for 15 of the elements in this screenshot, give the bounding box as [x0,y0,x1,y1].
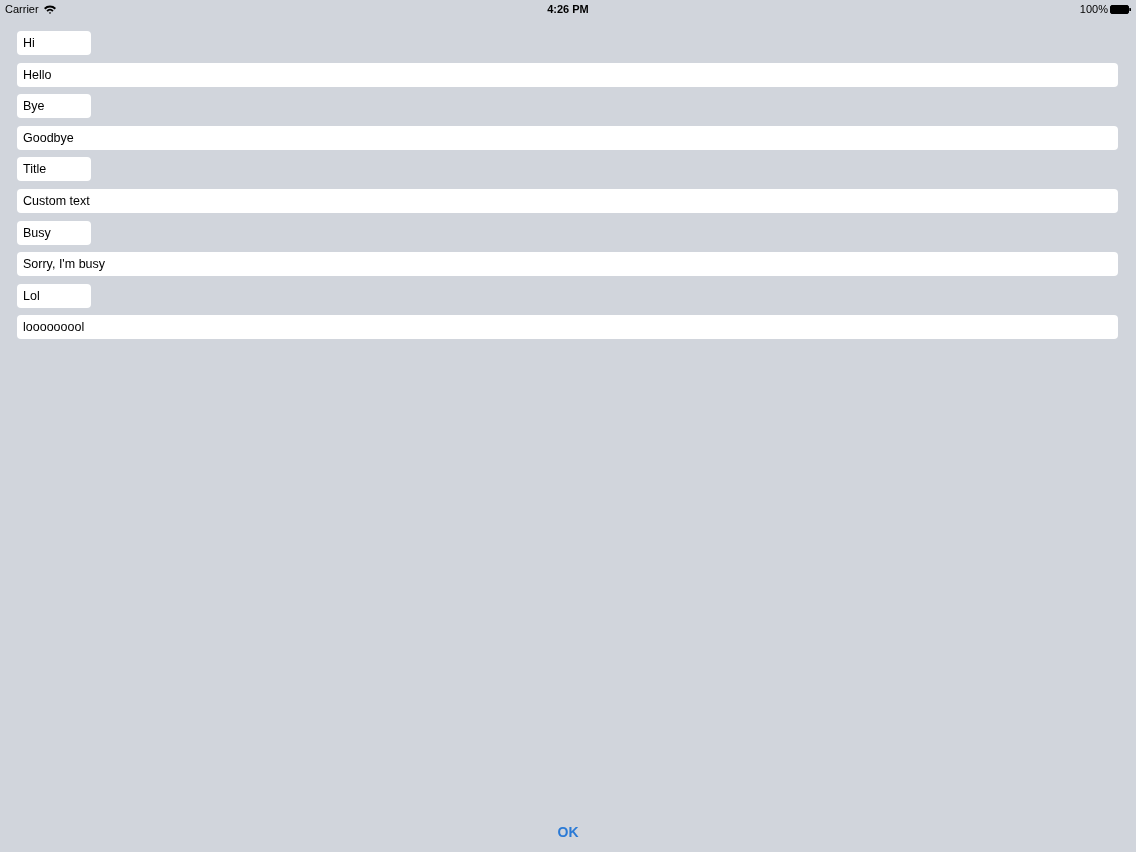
title-field[interactable]: Lol [17,283,91,308]
message-field[interactable]: looooooool [17,315,1118,340]
message-field[interactable]: Goodbye [17,125,1118,150]
status-time: 4:26 PM [547,3,589,15]
battery-percentage: 100% [1079,3,1108,15]
message-field[interactable]: Sorry, I'm busy [17,252,1118,277]
wifi-icon [43,4,56,14]
battery-icon [1110,4,1131,14]
title-field[interactable]: Busy [17,220,91,245]
title-field[interactable]: Hi [17,31,91,55]
message-field[interactable]: Hello [17,62,1118,87]
carrier-label: Carrier [5,3,39,15]
title-field[interactable]: Title [17,157,91,182]
title-field[interactable]: Bye [17,94,91,119]
message-field[interactable]: Custom text [17,188,1118,213]
